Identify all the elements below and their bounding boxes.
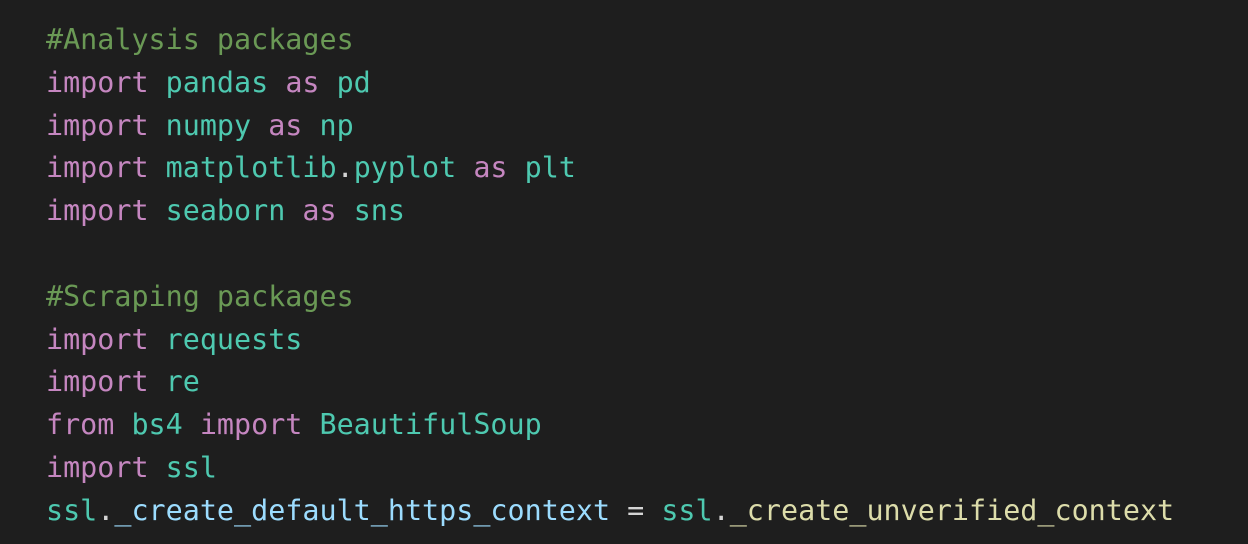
punct-token: .: [336, 151, 354, 185]
code-line[interactable]: from bs4 import BeautifulSoup: [46, 404, 1248, 447]
module-token: ssl: [46, 493, 98, 527]
module-token: re: [165, 365, 200, 399]
code-line[interactable]: ssl._create_default_https_context = ssl.…: [46, 490, 1248, 533]
module-token: numpy: [165, 108, 252, 142]
keyword-token: import: [46, 108, 149, 142]
keyword-token: as: [302, 194, 337, 228]
module-token: pd: [336, 65, 371, 99]
comment-token: #Analysis packages: [46, 23, 354, 56]
code-line[interactable]: import matplotlib.pyplot as plt: [46, 147, 1248, 190]
code-line[interactable]: import numpy as np: [46, 105, 1248, 148]
code-line[interactable]: import requests: [46, 319, 1248, 362]
operator-token: =: [627, 493, 645, 527]
blank-code-line[interactable]: [46, 233, 1248, 276]
keyword-token: as: [285, 65, 320, 99]
code-line[interactable]: import seaborn as sns: [46, 190, 1248, 233]
punct-token: .: [712, 493, 730, 527]
module-token: ssl: [165, 450, 217, 484]
keyword-token: import: [46, 151, 149, 185]
keyword-token: import: [46, 194, 149, 228]
keyword-token: from: [46, 408, 115, 442]
keyword-token: import: [199, 408, 303, 442]
punct-token: .: [97, 493, 115, 527]
module-token: bs4: [131, 408, 183, 442]
module-token: matplotlib: [165, 151, 337, 185]
module-token: requests: [165, 322, 303, 356]
code-line[interactable]: import re: [46, 361, 1248, 404]
code-line[interactable]: #Scraping packages: [46, 276, 1248, 319]
module-token: ssl: [661, 493, 713, 527]
class-token: BeautifulSoup: [319, 408, 542, 442]
variable-token: _create_default_https_context: [114, 493, 611, 527]
comment-token: #Scraping packages: [46, 279, 354, 313]
code-line[interactable]: import ssl: [46, 447, 1248, 490]
keyword-token: import: [46, 322, 149, 356]
keyword-token: import: [46, 65, 149, 99]
module-token: pandas: [165, 65, 269, 99]
module-token: sns: [353, 194, 405, 228]
code-line[interactable]: import pandas as pd: [46, 62, 1248, 105]
keyword-token: import: [46, 365, 149, 399]
module-token: pyplot: [353, 151, 457, 185]
keyword-token: as: [473, 151, 508, 185]
module-token: np: [319, 108, 354, 142]
code-editor[interactable]: #Analysis packages import pandas as pd imp…: [0, 0, 1248, 544]
keyword-token: import: [46, 450, 149, 484]
module-token: plt: [524, 151, 576, 185]
keyword-token: as: [268, 108, 303, 142]
code-line[interactable]: #Analysis packages: [46, 19, 1248, 62]
function-token: _create_unverified_context: [729, 493, 1175, 527]
module-token: seaborn: [165, 194, 286, 228]
